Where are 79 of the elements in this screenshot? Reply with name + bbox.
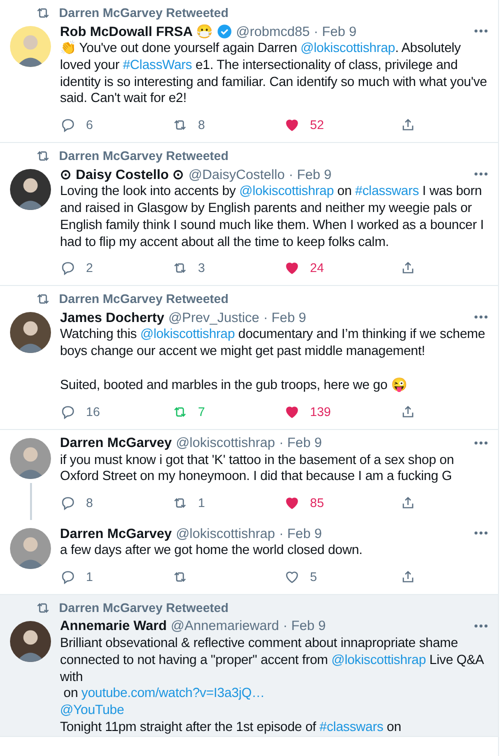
- heart-icon[interactable]: [284, 495, 300, 512]
- tweet-link[interactable]: #classwars: [355, 183, 419, 198]
- retweet-count: 1: [198, 496, 205, 510]
- thread-line: [30, 482, 32, 520]
- share-icon[interactable]: [400, 495, 416, 512]
- retweet-count: 8: [198, 118, 205, 132]
- more-icon[interactable]: [474, 440, 488, 445]
- reply-icon[interactable]: [60, 404, 76, 420]
- like-count: 5: [310, 570, 317, 584]
- more-icon[interactable]: [474, 29, 488, 33]
- heart-icon[interactable]: [284, 404, 300, 420]
- retweeted-label[interactable]: Darren McGarvey Retweeted: [59, 6, 229, 20]
- avatar[interactable]: [10, 169, 51, 210]
- like-count: 24: [310, 261, 324, 276]
- retweeted-label[interactable]: Darren McGarvey Retweeted: [59, 292, 229, 306]
- author-name[interactable]: James Docherty: [60, 310, 164, 325]
- tweet-text: if you must know i got that 'K' tattoo in the basement of a sex shop on Oxford Street on my honeymoon. I did that because I am a fucking G: [60, 452, 455, 486]
- more-icon[interactable]: [474, 624, 488, 628]
- heart-icon[interactable]: [284, 117, 300, 134]
- author-handle[interactable]: @robmcd85: [236, 24, 310, 38]
- more-icon[interactable]: [474, 315, 488, 320]
- reply-count: 16: [86, 404, 100, 419]
- author-handle[interactable]: @Prev_Justice: [168, 310, 260, 325]
- tweet-link[interactable]: #ClassWars: [122, 56, 192, 72]
- share-icon[interactable]: [400, 260, 416, 276]
- tweet-text: Brilliant obsevational & reflective comment about innapropriate shame connected to not having a "proper" accent from @lokiscottishrap Live Q&A with on youtube.com/watch?v=I3a3jQ… @YouTube Tonight 11pm straight after the 1st episode of #classwars on: [60, 634, 485, 736]
- like-count: 52: [310, 118, 324, 132]
- author-handle[interactable]: @lokiscottishrap: [176, 526, 276, 541]
- like-count: 85: [310, 496, 324, 510]
- retweeted-label[interactable]: Darren McGarvey Retweeted: [59, 149, 229, 164]
- tweet-link[interactable]: @lokiscottishrap: [140, 326, 235, 342]
- share-icon[interactable]: [400, 404, 416, 420]
- tweet-text: 👏 You've out done yourself again Darren @lokiscottishrap. Absolutely loved your #ClassWars e1. The intersectionality of class, privilege and identity is so interesting and familiar. Can identify so much with what you've said. Can't wait for e2!: [60, 40, 488, 108]
- tweet-link[interactable]: youtube.com/watch?v=I3a3jQ…: [81, 685, 265, 700]
- retweet-icon[interactable]: [35, 5, 51, 21]
- author-handle[interactable]: @Annemarieward: [170, 618, 280, 634]
- tweet-card[interactable]: Darren McGarvey @lokiscottishrap · Feb 9 if you must know i got that 'K' tattoo in the basement of a sex shop on Oxford Street on my honeymoon. I did that because I am a fucking G 8 1 85: [0, 430, 498, 520]
- reply-icon[interactable]: [60, 260, 76, 276]
- author-name[interactable]: Darren McGarvey: [60, 526, 172, 541]
- tweet-link[interactable]: @lokiscottishrap: [331, 652, 426, 667]
- share-icon[interactable]: [400, 568, 416, 585]
- tweet-date[interactable]: · Feb 9: [279, 526, 322, 541]
- author-name[interactable]: Annemarie Ward: [60, 618, 167, 634]
- author-name[interactable]: Darren McGarvey: [60, 435, 172, 450]
- tweet-card[interactable]: [0, 594, 498, 737]
- tweet-date[interactable]: · Feb 9: [279, 435, 322, 450]
- tweet-date[interactable]: · Feb 9: [283, 618, 326, 634]
- tweet-date[interactable]: · Feb 9: [314, 24, 357, 38]
- tweet-date[interactable]: · Feb 9: [263, 310, 306, 325]
- tweet-link[interactable]: @lokiscottishrap: [239, 183, 334, 198]
- reply-count: 8: [86, 496, 93, 510]
- author-name[interactable]: Rob McDowall FRSA 😷: [60, 23, 214, 39]
- reply-icon[interactable]: [60, 495, 76, 512]
- retweet-count: 7: [198, 404, 205, 419]
- tweet-link[interactable]: @lokiscottishrap: [300, 40, 396, 55]
- tweet-text: Watching this @lokiscottishrap documentary and I’m thinking if we scheme boys change our accent we might get past middle management! Suited, booted and marbles in the gub troops, here we go 😜: [60, 326, 486, 394]
- heart-icon[interactable]: [284, 568, 300, 585]
- tweet-text: a few days after we got home the world closed down.: [60, 542, 364, 559]
- retweeted-label[interactable]: Darren McGarvey Retweeted: [59, 600, 229, 615]
- retweet-count: 3: [198, 261, 205, 276]
- tweet-date[interactable]: · Feb 9: [288, 166, 332, 182]
- tweet-link[interactable]: #classwars: [320, 718, 384, 734]
- author-handle[interactable]: @lokiscottishrap: [176, 435, 276, 450]
- more-icon[interactable]: [474, 531, 488, 536]
- tweet-text: Loving the look into accents by @lokiscottishrap on #classwars I was born and raised in Glasgow by English parents and neither my weegie pals or English family think I sound much like them. When I worked as a bouncer I had to flip my accent about all the time to keep folks calm.: [60, 183, 485, 250]
- reply-icon[interactable]: [60, 568, 76, 585]
- heart-icon[interactable]: [284, 260, 300, 276]
- avatar[interactable]: [10, 620, 51, 662]
- like-count: 139: [310, 404, 331, 419]
- avatar[interactable]: [10, 312, 51, 354]
- reply-icon[interactable]: [60, 117, 76, 134]
- author-name[interactable]: ⊙ Daisy Costello ⊙: [60, 166, 185, 182]
- reply-count: 6: [86, 118, 93, 132]
- reply-count: 2: [86, 261, 93, 276]
- reply-count: 1: [86, 570, 93, 584]
- more-icon[interactable]: [474, 172, 488, 176]
- tweet-link[interactable]: @YouTube: [60, 702, 124, 718]
- author-handle[interactable]: @DaisyCostello: [188, 166, 285, 182]
- share-icon[interactable]: [400, 117, 416, 134]
